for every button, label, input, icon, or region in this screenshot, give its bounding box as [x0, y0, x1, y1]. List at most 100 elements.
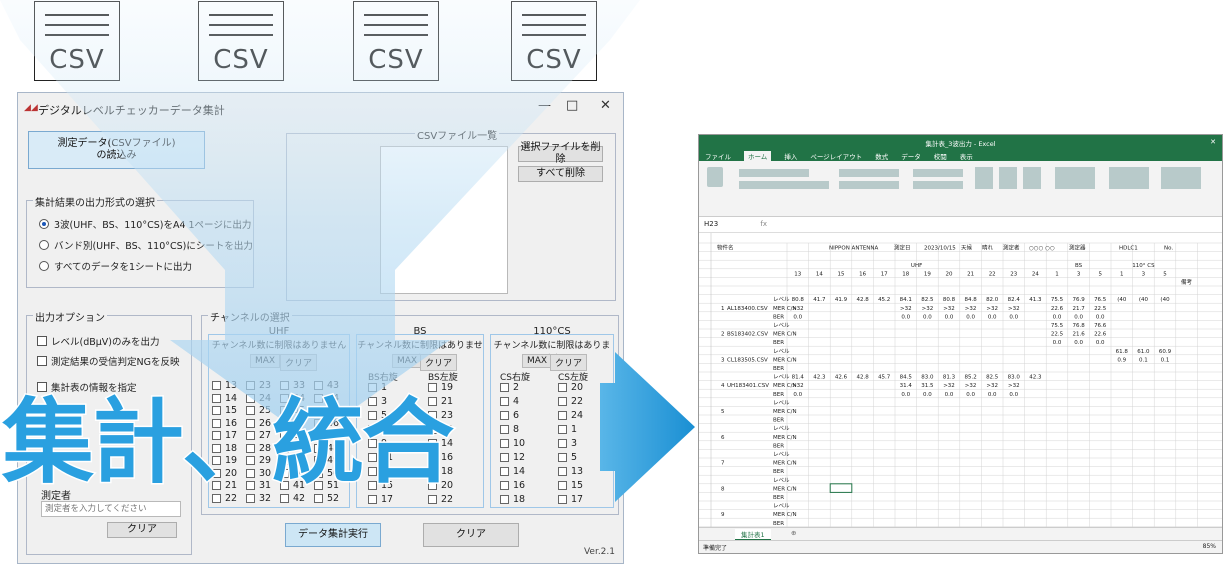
xl-device-value: HDLC1 — [1119, 246, 1138, 252]
output-radio-onesheet[interactable]: すべてのデータを1シートに出力 — [39, 259, 192, 273]
measurer-input[interactable] — [41, 501, 181, 517]
xl-row-kind: MER C/N — [773, 409, 797, 415]
xl-date-label: 測定日 — [894, 244, 911, 252]
xl-cell-value: 22.6 — [1051, 306, 1064, 312]
channel-number: 16 — [513, 480, 526, 491]
excel-tab[interactable]: 数式 — [875, 151, 888, 161]
channel-checkbox[interactable]: 12 — [500, 452, 525, 463]
xl-cell-value: 80.8 — [792, 297, 805, 303]
excel-tab[interactable]: 校閲 — [934, 151, 947, 161]
channel-checkbox[interactable]: 1 — [558, 424, 577, 435]
xl-cell-value: 42.8 — [856, 297, 869, 303]
xl-cell-value: 83.0 — [921, 375, 934, 381]
excel-tab[interactable]: ページレイアウト — [810, 151, 862, 161]
channel-checkbox[interactable]: 15 — [558, 480, 583, 491]
channel-checkbox[interactable]: 22 — [558, 396, 583, 407]
channel-checkbox[interactable]: 20 — [558, 382, 583, 393]
checkbox-icon — [500, 453, 509, 462]
channel-checkbox[interactable]: 4 — [500, 396, 519, 407]
excel-sheet-tabs: 集計表1 ⊕ — [699, 527, 1222, 541]
checkbox-icon — [558, 495, 567, 504]
checkbox-icon — [500, 383, 509, 392]
excel-tab[interactable]: ファイル — [705, 151, 731, 161]
channel-checkbox[interactable]: 18 — [500, 494, 525, 505]
channel-checkbox[interactable]: 24 — [558, 410, 583, 421]
load-csv-button[interactable]: 測定データ(CSVファイル) の読込み — [28, 131, 205, 169]
excel-tab[interactable]: 挿入 — [784, 151, 797, 161]
run-aggregation-button[interactable]: データ集計実行 — [285, 523, 381, 547]
xl-channel-header: 14 — [816, 271, 823, 277]
xl-cell-value: 84.1 — [900, 297, 912, 303]
checkbox-icon — [500, 481, 509, 490]
xl-row-kind: レベル — [773, 296, 790, 303]
xl-cell-value: 0.9 — [1117, 357, 1126, 363]
xl-cell-value: 0.0 — [945, 392, 954, 398]
xl-cell-value: >32 — [792, 306, 804, 312]
channel-checkbox[interactable]: 14 — [500, 466, 525, 477]
close-icon[interactable]: ✕ — [600, 98, 611, 113]
channel-checkbox[interactable]: 13 — [558, 466, 583, 477]
output-radio-3wave[interactable]: 3波(UHF、BS、110°CS)をA4 1ページに出力 — [39, 217, 251, 231]
xl-row-kind: レベル — [773, 348, 790, 355]
xl-property-value: NIPPON ANTENNA — [829, 246, 879, 252]
csv-doc-label: CSV — [49, 45, 105, 75]
delete-all-button[interactable]: すべて削除 — [518, 166, 603, 182]
xl-cell-value: 0.0 — [966, 314, 975, 320]
checkbox-icon — [500, 411, 509, 420]
output-radio-band[interactable]: バンド別(UHF、BS、110°CS)にシートを出力 — [39, 238, 253, 252]
formula-fx-icon: fx — [760, 220, 768, 228]
xl-cell-value: 0.0 — [988, 392, 997, 398]
xl-row-kind: MER C/N — [773, 357, 797, 363]
delete-selected-button[interactable]: 選択ファイルを削除 — [518, 142, 603, 165]
channel-checkbox[interactable]: 8 — [500, 424, 519, 435]
selected-cell[interactable] — [829, 483, 853, 493]
excel-ribbon-icons — [707, 167, 1201, 189]
xl-cell-value: 22.5 — [1094, 306, 1107, 312]
option-reflect-ng[interactable]: 測定結果の受信判定NGを反映 — [37, 354, 179, 368]
xl-row-kind: レベル — [773, 451, 790, 458]
channel-checkbox[interactable]: 10 — [500, 438, 525, 449]
channel-number: 8 — [513, 424, 520, 435]
excel-statusbar: 準備完了 85% — [699, 540, 1222, 553]
excel-cell-ref[interactable]: H23 — [704, 220, 718, 228]
xl-cell-value: 0.0 — [793, 392, 802, 398]
xl-cell-value: (40 — [1139, 297, 1149, 303]
excel-window: 集計表_3波出力 - Excel ✕ ファイル ホーム 挿入 ページレイアウト … — [698, 134, 1223, 554]
excel-ribbon-tabs: ファイル ホーム 挿入 ページレイアウト 数式 データ 校閲 表示 — [705, 151, 973, 161]
xl-cell-value: 21.7 — [1072, 306, 1085, 312]
excel-tab-home[interactable]: ホーム — [744, 151, 772, 161]
xl-cell-value: 75.5 — [1051, 297, 1064, 303]
cs-clear-button[interactable]: クリア — [550, 354, 588, 371]
csv-file-listbox[interactable] — [380, 146, 508, 294]
channel-checkbox[interactable]: 6 — [500, 410, 519, 421]
excel-formula-bar[interactable]: H23 fx — [699, 217, 1222, 233]
xl-cell-value: 0.0 — [1096, 340, 1105, 346]
channel-checkbox[interactable]: 16 — [500, 480, 525, 491]
xl-cell-value: 0.0 — [966, 392, 975, 398]
zoom-level: 85% — [1202, 543, 1216, 550]
xl-date-value: 2023/10/15 — [924, 246, 956, 252]
channel-checkbox[interactable]: 3 — [558, 438, 577, 449]
channel-checkbox[interactable]: 2 — [500, 382, 519, 393]
csv-document-icon: CSV — [34, 1, 120, 81]
clear-all-button[interactable]: クリア — [423, 523, 519, 547]
excel-tab[interactable]: 表示 — [960, 151, 973, 161]
channel-checkbox[interactable]: 5 — [558, 452, 577, 463]
cs-max-button[interactable]: MAX — [522, 354, 553, 368]
option-level-only[interactable]: レベル(dBμV)のみを出力 — [37, 334, 160, 348]
uhf-max-button[interactable]: MAX — [250, 354, 281, 368]
xl-channel-header: 3 — [1077, 271, 1081, 277]
measurer-clear-button[interactable]: クリア — [107, 522, 177, 538]
channel-checkbox[interactable]: 17 — [558, 494, 583, 505]
xl-cell-value: >32 — [965, 383, 977, 389]
minimize-icon[interactable]: — — [538, 98, 551, 113]
add-sheet-icon[interactable]: ⊕ — [791, 529, 796, 537]
channel-select-label: チャンネルの選択 — [208, 309, 292, 324]
excel-sheet[interactable]: 物件名 NIPPON ANTENNA 測定日 2023/10/15 天候 晴れ 測定者 ○○○… — [699, 233, 1222, 553]
xl-cell-value: 61.8 — [1116, 349, 1129, 355]
excel-tab[interactable]: データ — [901, 151, 921, 161]
excel-close-icon[interactable]: ✕ — [1210, 138, 1216, 146]
maximize-icon[interactable]: □ — [566, 98, 578, 113]
xl-weather-value: 晴れ — [982, 244, 994, 252]
bs-max-button[interactable]: MAX — [392, 354, 423, 368]
